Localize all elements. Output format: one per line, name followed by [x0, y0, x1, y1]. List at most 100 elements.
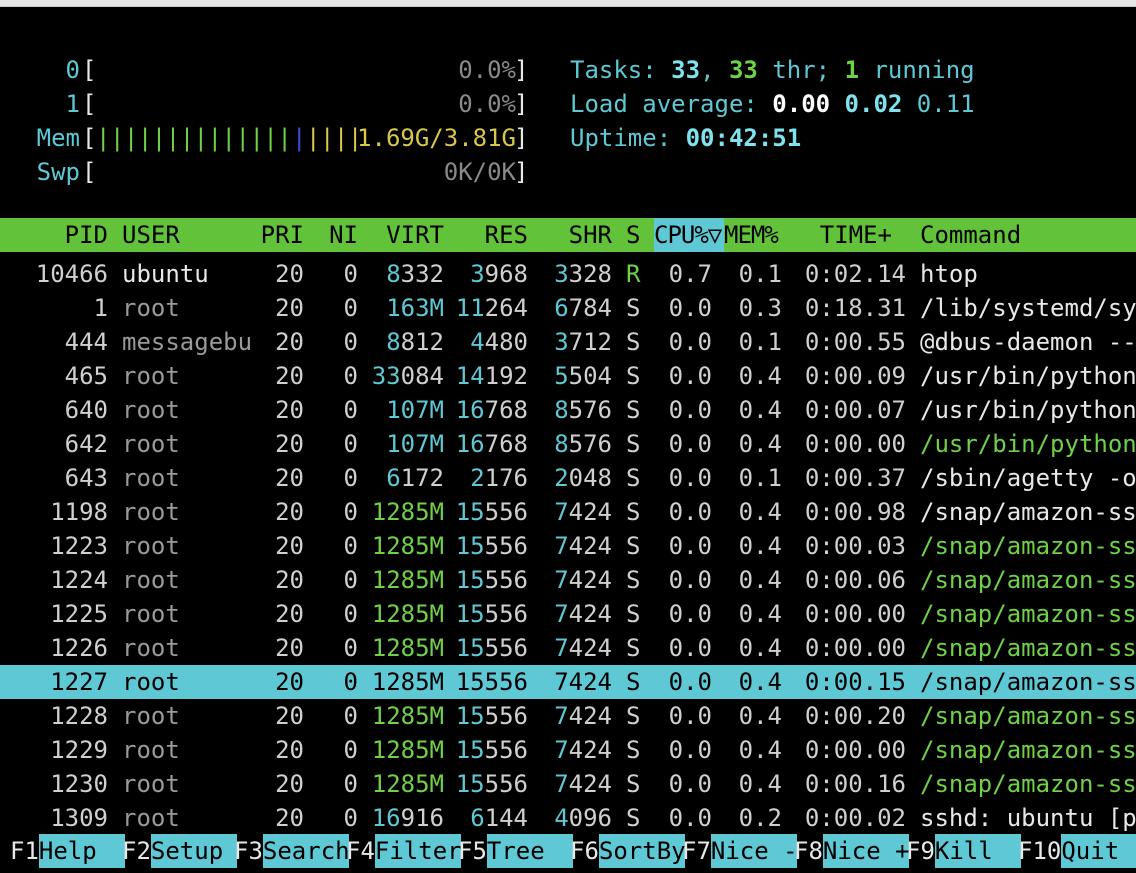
- col-cpu-sorted[interactable]: CPU%▽: [654, 218, 724, 252]
- process-time: 0:00.03: [804, 532, 906, 560]
- process-res: 6144: [470, 804, 528, 832]
- process-row[interactable]: 1230 root 20 0 1285M 15556 7424 S 0.0 0.4 0:00.16 /…: [0, 767, 1136, 801]
- fkey-help[interactable]: F1Help: [10, 834, 125, 868]
- process-row[interactable]: 1227 root 20 0 1285M 15556 7424 S 0.0 0.4 0:00.15 /…: [0, 665, 1136, 699]
- process-command: @dbus-daemon --: [920, 328, 1136, 356]
- process-res: 2176: [470, 464, 528, 492]
- col-state[interactable]: S: [626, 218, 640, 252]
- process-mem: 0.1: [738, 464, 782, 492]
- process-row[interactable]: 1198 root 20 0 1285M 15556 7424 S 0.0 0.4 0:00.98 /…: [0, 495, 1136, 529]
- col-shr[interactable]: SHR: [534, 218, 612, 252]
- process-row[interactable]: 1225 root 20 0 1285M 15556 7424 S 0.0 0.4 0:00.00 /…: [0, 597, 1136, 631]
- fkey-setup[interactable]: F2Setup: [122, 834, 237, 868]
- uptime-value: 00:42:51: [685, 124, 802, 152]
- process-mem: 0.4: [738, 600, 782, 628]
- process-shr: 3328: [554, 260, 612, 288]
- process-res: 3968: [470, 260, 528, 288]
- process-shr: 7424: [554, 634, 612, 662]
- process-state: S: [626, 600, 641, 628]
- col-pri[interactable]: PRI: [250, 218, 304, 252]
- process-shr: 6784: [554, 294, 612, 322]
- col-pid[interactable]: PID: [10, 218, 108, 252]
- process-pid: 1223: [50, 532, 108, 560]
- process-virt: 1285M: [371, 770, 444, 798]
- process-cpu: 0.0: [668, 362, 712, 390]
- process-state: S: [626, 362, 641, 390]
- load-line: Load average: 0.00 0.02 0.11: [0, 87, 1136, 121]
- fkey-nice[interactable]: F8Nice +: [794, 834, 910, 868]
- running-label: running: [859, 56, 975, 84]
- process-user: root: [122, 736, 180, 764]
- fkey-label: Quit: [1061, 834, 1136, 868]
- process-shr: 7424: [554, 702, 612, 730]
- load-15min: 0.11: [916, 90, 975, 118]
- process-row[interactable]: 1223 root 20 0 1285M 15556 7424 S 0.0 0.4 0:00.03 /…: [0, 529, 1136, 563]
- process-row[interactable]: 1226 root 20 0 1285M 15556 7424 S 0.0 0.4 0:00.00 /…: [0, 631, 1136, 665]
- fkey-sortby[interactable]: F6SortBy: [570, 834, 686, 868]
- fkey-label: Filter: [374, 834, 462, 868]
- fkey-quit[interactable]: F10Quit: [1018, 834, 1136, 868]
- process-res: 15556: [455, 532, 528, 560]
- threads-label: thr;: [757, 56, 845, 84]
- col-res[interactable]: RES: [450, 218, 528, 252]
- process-row[interactable]: 444 messagebu 20 0 8812 4480 3712 S 0.0 0.1 0:00.5…: [0, 325, 1136, 359]
- fkey-search[interactable]: F3Search: [234, 834, 350, 868]
- htop-terminal[interactable]: 0 [ 0.0% ] 1 [ 0.0% ] Mem [ ||||||||||||…: [0, 6, 1136, 873]
- process-shr: 7424: [554, 566, 612, 594]
- fkey-label: Kill: [934, 834, 1021, 868]
- process-time: 0:00.02: [804, 804, 906, 832]
- process-command: /snap/amazon-ss: [920, 668, 1136, 696]
- fkey-tree[interactable]: F5Tree: [458, 834, 573, 868]
- process-priority: 20: [275, 260, 304, 288]
- fkey-nice[interactable]: F7Nice -: [682, 834, 798, 868]
- process-priority: 20: [275, 464, 304, 492]
- process-priority: 20: [275, 294, 304, 322]
- process-command: /snap/amazon-ss: [920, 770, 1136, 798]
- load-5min: 0.02: [844, 90, 903, 118]
- process-virt: 1285M: [371, 532, 444, 560]
- col-user[interactable]: USER: [122, 218, 180, 252]
- process-state: S: [626, 804, 641, 832]
- process-nice: 0: [343, 702, 358, 730]
- process-pid: 640: [64, 396, 108, 424]
- process-shr: 7424: [554, 736, 612, 764]
- process-row[interactable]: 1229 root 20 0 1285M 15556 7424 S 0.0 0.4 0:00.00 /…: [0, 733, 1136, 767]
- process-row[interactable]: 1224 root 20 0 1285M 15556 7424 S 0.0 0.4 0:00.06 /…: [0, 563, 1136, 597]
- fkey-number: F9: [906, 837, 935, 865]
- load-label: Load average:: [570, 90, 773, 118]
- process-shr: 7424: [554, 532, 612, 560]
- process-state: S: [626, 430, 641, 458]
- process-row[interactable]: 10466 ubuntu 20 0 8332 3968 3328 R 0.7 0.1 0:02.14…: [0, 257, 1136, 291]
- process-row[interactable]: 1 root 20 0 163M 11264 6784 S 0.0 0.3 0:18.31/lib/…: [0, 291, 1136, 325]
- process-row[interactable]: 640 root 20 0 107M 16768 8576 S 0.0 0.4 0:00.07/us…: [0, 393, 1136, 427]
- process-res: 15556: [455, 736, 528, 764]
- process-row[interactable]: 465 root 20 0 33084 14192 5504 S 0.0 0.4 0:00.09/u…: [0, 359, 1136, 393]
- process-virt: 1285M: [371, 736, 444, 764]
- process-user: root: [122, 566, 180, 594]
- uptime-label: Uptime:: [570, 124, 686, 152]
- process-row[interactable]: 642 root 20 0 107M 16768 8576 S 0.0 0.4 0:00.00/us…: [0, 427, 1136, 461]
- fkey-label: Help: [38, 834, 125, 868]
- col-mem[interactable]: MEM%: [724, 218, 779, 252]
- col-command[interactable]: Command: [920, 218, 1021, 252]
- process-cpu: 0.0: [668, 396, 712, 424]
- process-user: root: [122, 668, 180, 696]
- col-ni[interactable]: NI: [318, 218, 358, 252]
- process-user: root: [122, 702, 180, 730]
- process-res: 14192: [455, 362, 528, 390]
- fkey-kill[interactable]: F9Kill: [906, 834, 1021, 868]
- fkey-filter[interactable]: F4Filter: [346, 834, 462, 868]
- process-virt: 107M: [386, 430, 444, 458]
- process-row[interactable]: 643 root 20 0 6172 2176 2048 S 0.0 0.1 0:00.37/sbi…: [0, 461, 1136, 495]
- col-time[interactable]: TIME+: [800, 218, 892, 252]
- process-row[interactable]: 1309 root 20 0 16916 6144 4096 S 0.0 0.2 0:00.02 ss…: [0, 801, 1136, 835]
- process-pid: 10466: [35, 260, 108, 288]
- col-virt[interactable]: VIRT: [364, 218, 444, 252]
- process-mem: 0.4: [738, 430, 782, 458]
- process-table-header: PID USER PRI NI VIRT RES SHR S CPU%▽ MEM…: [0, 218, 1136, 252]
- fkey-label: Setup: [150, 834, 237, 868]
- process-command: /snap/amazon-ss: [920, 634, 1136, 662]
- process-row[interactable]: 1228 root 20 0 1285M 15556 7424 S 0.0 0.4 0:00.20 /…: [0, 699, 1136, 733]
- process-priority: 20: [275, 634, 304, 662]
- process-pid: 1225: [50, 600, 108, 628]
